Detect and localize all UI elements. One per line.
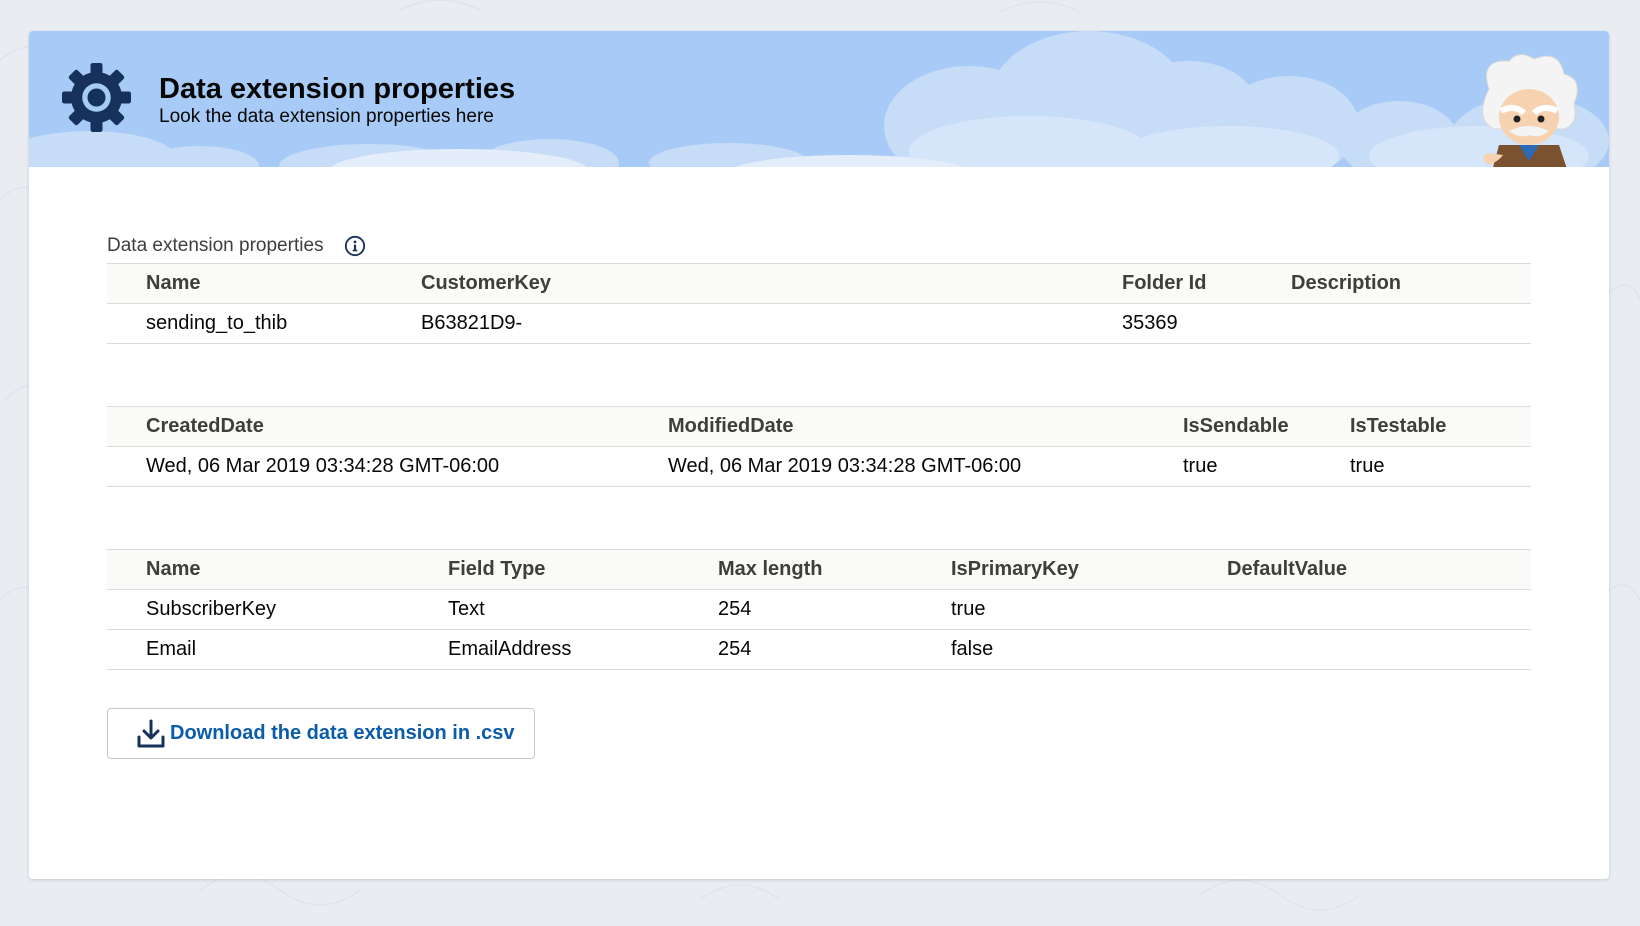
- download-label: Download the data extension in .csv: [170, 722, 515, 744]
- column-header[interactable]: CustomerKey: [382, 263, 1083, 304]
- table-cell: 35369: [1083, 303, 1252, 344]
- einstein-mascot-icon: [1482, 54, 1578, 167]
- column-header[interactable]: Max length: [679, 549, 912, 590]
- table-cell: true: [912, 589, 1188, 630]
- table-cell: 254: [679, 589, 912, 630]
- table-cell: EmailAddress: [409, 629, 679, 670]
- fields-table: Name Field Type Max length IsPrimaryKey …: [107, 549, 1531, 670]
- table-cell: [1188, 629, 1531, 670]
- column-header[interactable]: Name: [107, 263, 382, 304]
- column-header[interactable]: Description: [1252, 263, 1531, 304]
- table-cell: sending_to_thib: [107, 303, 382, 344]
- column-header[interactable]: Name: [107, 549, 409, 590]
- table-cell: B63821D9-: [382, 303, 1083, 344]
- column-header[interactable]: DefaultValue: [1188, 549, 1531, 590]
- page-title: Data extension properties: [159, 73, 516, 105]
- properties-card: Data extension properties Look the data …: [29, 31, 1609, 879]
- table-cell: false: [912, 629, 1188, 670]
- table-cell: [1188, 589, 1531, 630]
- table-row: Email EmailAddress 254 false: [107, 629, 1531, 670]
- table-cell: 254: [679, 629, 912, 670]
- table-cell: Text: [409, 589, 679, 630]
- column-header[interactable]: CreatedDate: [107, 406, 629, 447]
- table-header-row: Name CustomerKey Folder Id Description: [107, 263, 1531, 304]
- table-cell: [1252, 303, 1531, 344]
- dates-table: CreatedDate ModifiedDate IsSendable IsTe…: [107, 406, 1531, 487]
- table-row: Wed, 06 Mar 2019 03:34:28 GMT-06:00 Wed,…: [107, 446, 1531, 487]
- gear-icon: [62, 63, 131, 132]
- table-cell: Email: [107, 629, 409, 670]
- section-heading: Data extension properties: [107, 231, 1531, 261]
- table-row: SubscriberKey Text 254 true: [107, 589, 1531, 630]
- download-csv-button[interactable]: Download the data extension in .csv: [107, 708, 535, 759]
- table-cell: true: [1144, 446, 1311, 487]
- download-icon: [137, 719, 165, 747]
- column-header[interactable]: IsSendable: [1144, 406, 1311, 447]
- table-cell: SubscriberKey: [107, 589, 409, 630]
- column-header[interactable]: ModifiedDate: [629, 406, 1144, 447]
- table-cell: Wed, 06 Mar 2019 03:34:28 GMT-06:00: [629, 446, 1144, 487]
- table-cell: Wed, 06 Mar 2019 03:34:28 GMT-06:00: [107, 446, 629, 487]
- column-header[interactable]: IsPrimaryKey: [912, 549, 1188, 590]
- column-header[interactable]: IsTestable: [1311, 406, 1531, 447]
- table-row: sending_to_thib B63821D9- 35369: [107, 303, 1531, 344]
- page-subtitle: Look the data extension properties here: [159, 106, 494, 127]
- table-header-row: CreatedDate ModifiedDate IsSendable IsTe…: [107, 406, 1531, 447]
- page-header: Data extension properties Look the data …: [29, 31, 1609, 167]
- column-header[interactable]: Folder Id: [1083, 263, 1252, 304]
- table-cell: true: [1311, 446, 1531, 487]
- section-label: Data extension properties: [107, 235, 324, 256]
- properties-table: Name CustomerKey Folder Id Description s…: [107, 263, 1531, 344]
- info-icon[interactable]: [344, 235, 366, 257]
- column-header[interactable]: Field Type: [409, 549, 679, 590]
- table-header-row: Name Field Type Max length IsPrimaryKey …: [107, 549, 1531, 590]
